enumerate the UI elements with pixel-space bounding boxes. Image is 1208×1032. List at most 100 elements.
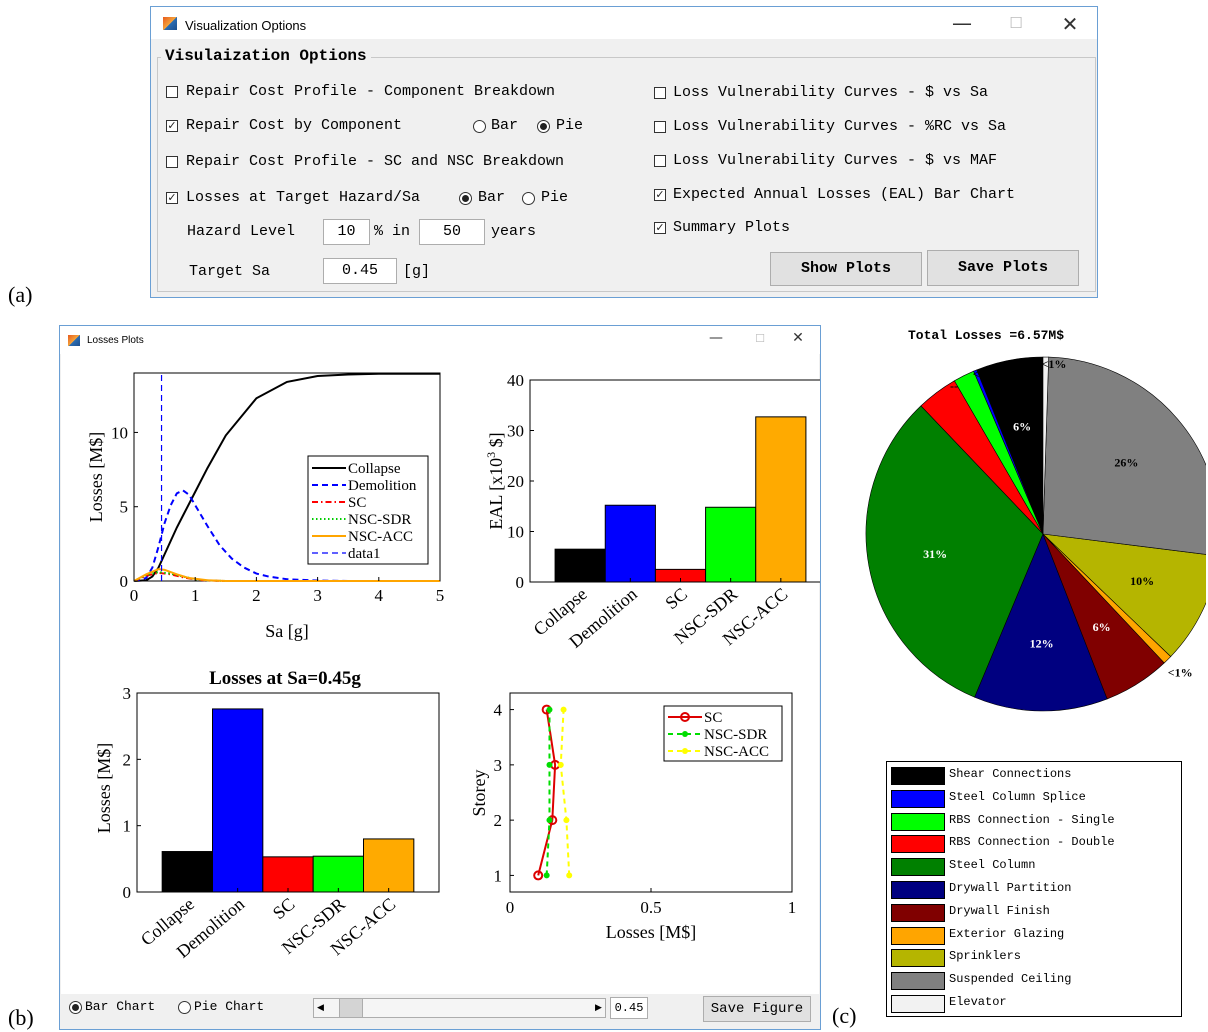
pie-legend-swatch: [891, 789, 945, 808]
plots-window-title: Losses Plots: [87, 335, 144, 346]
summary-plots-checkbox[interactable]: ✓: [654, 222, 666, 234]
minimize-icon[interactable]: —: [706, 330, 726, 346]
pie-legend-swatch: [891, 949, 945, 968]
slider-value-field[interactable]: 0.45: [610, 997, 648, 1019]
plot3-ytick-label: 1: [123, 817, 132, 836]
matlab-icon: [68, 335, 80, 346]
options-titlebar[interactable]: Visualization Options — ☐ ✕: [151, 7, 1097, 39]
plot1-xtick-label: 2: [252, 586, 261, 605]
eal-bar-chart-label: Expected Annual Losses (EAL) Bar Chart: [673, 186, 1016, 203]
component-bar-radio[interactable]: [473, 120, 486, 133]
slider-thumb[interactable]: [339, 999, 363, 1017]
plot1-xtick-label: 1: [191, 586, 200, 605]
pie-legend-swatch: [891, 835, 945, 854]
pie-slice-label: 12%: [1030, 637, 1054, 651]
close-icon[interactable]: ✕: [1055, 12, 1085, 36]
pie-chart-radio[interactable]: [178, 1001, 191, 1014]
hazard-bar-radio[interactable]: [459, 192, 472, 205]
plot4-ytick-label: 2: [494, 811, 503, 830]
plot2-ytick-label: 20: [507, 472, 524, 491]
options-group-title: Visulaization Options: [161, 47, 371, 65]
maximize-icon[interactable]: ☐: [1001, 14, 1031, 32]
panel-label-c: (c): [832, 1003, 857, 1028]
losses-vs-sa-plot: 0 1 2 3 4 5 0 5 10 Sa [g] Losses [M$] CollapseDe…: [86, 372, 444, 641]
slider-left-arrow-icon[interactable]: ◀: [314, 999, 327, 1017]
sa-slider[interactable]: ◀ ▶: [313, 998, 606, 1018]
bar-chart-radio[interactable]: [69, 1001, 82, 1014]
pie-legend-label: Drywall Partition: [949, 881, 1072, 895]
vuln-dollar-maf-checkbox[interactable]: [654, 155, 666, 167]
pie-slice-label: 10%: [1130, 574, 1154, 588]
plot4-legend-marker: [682, 731, 688, 737]
repair-profile-sc-nsc-label: Repair Cost Profile - SC and NSC Breakdo…: [186, 153, 565, 170]
plot3-ytick-label: 3: [123, 684, 132, 703]
pie-outside-label: <1%: [1042, 357, 1067, 371]
pie-legend: Shear Connections Steel Column Splice RBS …: [886, 761, 1182, 1017]
pie-legend-label: Steel Column: [949, 858, 1036, 873]
pie-legend-swatch: [891, 972, 945, 991]
minimize-icon[interactable]: —: [947, 11, 977, 35]
vuln-rc-sa-checkbox[interactable]: [654, 121, 666, 133]
hazard-years-input[interactable]: 50: [419, 219, 485, 245]
pie-title: Total Losses =6.57M$: [908, 328, 1065, 343]
pie-legend-label: Steel Column Splice: [949, 789, 1086, 804]
pie-legend-label: RBS Connection - Double: [949, 835, 1115, 850]
hazard-percent-input[interactable]: 10: [323, 219, 370, 245]
plot3-ytick-label: 2: [123, 750, 132, 769]
pie-outside-label: <1%: [1034, 345, 1059, 346]
plot1-ytick-label: 10: [111, 423, 128, 442]
repair-cost-component-checkbox[interactable]: ✓: [166, 120, 178, 132]
pie-legend-swatch: [891, 858, 945, 877]
eal-bar-chart-checkbox[interactable]: ✓: [654, 189, 666, 201]
losses-target-hazard-checkbox[interactable]: ✓: [166, 192, 178, 204]
storey-profile-plot: 0 0.5 1 1 2 3 4 Losses [M$] Storey SCNSC-SDRNS…: [469, 692, 797, 942]
plot4-xlabel: Losses [M$]: [606, 922, 697, 942]
target-sa-label: Target Sa: [189, 263, 271, 280]
repair-profile-component-checkbox[interactable]: [166, 86, 178, 98]
save-plots-button[interactable]: Save Plots: [927, 250, 1079, 286]
losses-plots-figure: 0 1 2 3 4 50510 Sa [g] Losses [M$] CollapseDe…: [86, 371, 820, 962]
show-plots-button[interactable]: Show Plots: [770, 252, 922, 286]
component-bar-label: Bar: [491, 117, 519, 134]
pie-legend-label: Suspended Ceiling: [949, 972, 1072, 987]
plot4-ytick-label: 3: [494, 756, 503, 775]
plot4-xtick-label: 0.5: [640, 898, 661, 917]
plot1-xtick-label: 0: [130, 586, 139, 605]
matlab-icon: [163, 17, 177, 30]
pie-legend-swatch: [891, 995, 945, 1013]
target-sa-unit: [g]: [403, 263, 431, 280]
plot4-ylabel: Storey: [469, 770, 489, 817]
component-pie-radio[interactable]: [537, 120, 550, 133]
repair-profile-sc-nsc-checkbox[interactable]: [166, 156, 178, 168]
component-pie-label: Pie: [556, 117, 584, 134]
repair-profile-component-label: Repair Cost Profile - Component Breakdow…: [186, 83, 556, 100]
pie-slice-label: 6%: [1013, 419, 1031, 433]
plot4-xtick-label: 1: [788, 898, 797, 917]
close-icon[interactable]: ✕: [788, 330, 808, 346]
plot1-legend-label: NSC-ACC: [348, 529, 413, 545]
plot1-ylabel: Losses [M$]: [86, 432, 106, 523]
plot1-xtick-label: 4: [375, 586, 384, 605]
plot4-marker: [557, 761, 564, 768]
maximize-icon[interactable]: ☐: [750, 332, 770, 345]
pie-slice-label: 26%: [1114, 456, 1138, 470]
plot1-legend-label: NSC-SDR: [348, 512, 411, 528]
hazard-level-label: Hazard Level: [187, 223, 296, 240]
plot1-xlabel: Sa [g]: [265, 621, 309, 641]
plot2-ylabel: EAL [x103 $]: [484, 432, 506, 529]
pie-legend-swatch: [891, 812, 945, 831]
plot1-legend-label: SC: [348, 495, 366, 511]
slider-right-arrow-icon[interactable]: ▶: [592, 999, 605, 1017]
plot2-category-label: SC: [661, 584, 691, 613]
plot4-marker: [560, 706, 567, 713]
target-sa-input[interactable]: 0.45: [323, 258, 397, 284]
hazard-pie-radio[interactable]: [522, 192, 535, 205]
pie-outside-label: <1%: [973, 367, 998, 381]
vuln-dollar-sa-checkbox[interactable]: [654, 87, 666, 99]
plot2-bar-demolition: [604, 504, 656, 583]
plots-titlebar[interactable]: Losses Plots — ☐ ✕: [60, 326, 820, 354]
options-window-title: Visualization Options: [185, 18, 307, 33]
save-figure-button[interactable]: Save Figure: [703, 996, 811, 1022]
plot3-ylabel: Losses [M$]: [94, 743, 114, 834]
plot3-bar-demolition: [212, 708, 264, 893]
